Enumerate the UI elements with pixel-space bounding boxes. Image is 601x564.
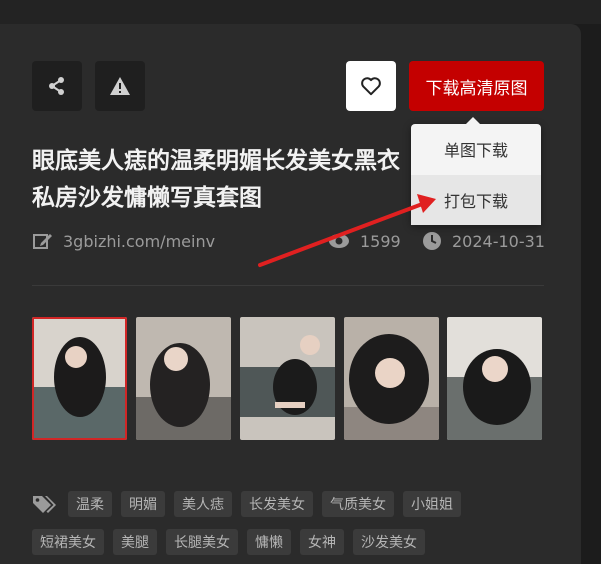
edit-icon [33,234,52,249]
thumbnail-4[interactable] [344,317,439,440]
tag-row-1: 温柔 明媚 美人痣 长发美女 气质美女 小姐姐 [32,491,470,517]
thumbnail-image [344,317,439,440]
top-strip [0,0,601,24]
tag[interactable]: 长发美女 [241,491,313,517]
tag[interactable]: 沙发美女 [353,529,425,555]
favorite-button[interactable] [346,61,396,111]
divider [32,285,544,286]
warning-icon [110,77,130,95]
title-line-1: 眼底美人痣的温柔明媚长发美女黑衣 [32,148,400,174]
source-text: 3gbizhi.com/meinv [63,231,216,251]
view-count: 1599 [328,230,401,252]
view-count-text: 1599 [360,231,401,251]
heart-icon [361,77,381,96]
publish-date-text: 2024-10-31 [452,231,545,251]
thumbnail-2[interactable] [136,317,231,440]
tag[interactable]: 明媚 [121,491,165,517]
page-title: 眼底美人痣的温柔明媚长发美女黑衣 私房沙发慵懒写真套图 [32,143,412,217]
tag[interactable]: 美人痣 [174,491,232,517]
dropdown-caret [466,117,480,124]
single-download-option[interactable]: 单图下载 [411,124,541,174]
tag[interactable]: 小姐姐 [403,491,461,517]
thumbnail-image [136,317,231,440]
thumbnail-5[interactable] [447,317,542,440]
tag[interactable]: 温柔 [68,491,112,517]
tag[interactable]: 女神 [300,529,344,555]
tag[interactable]: 长腿美女 [166,529,238,555]
download-hd-button[interactable]: 下载高清原图 [409,61,544,111]
thumbnail-image [32,317,127,440]
tag[interactable]: 慵懒 [247,529,291,555]
share-button[interactable] [32,61,82,111]
tag-row-2: 短裙美女 美腿 长腿美女 慵懒 女神 沙发美女 [32,529,434,555]
source-link[interactable]: 3gbizhi.com/meinv [33,230,215,252]
publish-date: 2024-10-31 [422,230,545,252]
thumbnail-image [240,317,335,440]
clock-icon [423,232,441,250]
thumbnail-3[interactable] [240,317,335,440]
share-icon [49,77,64,95]
pack-download-option[interactable]: 打包下载 [411,175,541,225]
tags-icon [33,496,56,513]
tag[interactable]: 美腿 [113,529,157,555]
title-line-2: 私房沙发慵懒写真套图 [32,185,262,211]
thumbnail-1[interactable] [32,317,127,440]
download-dropdown: 单图下载 打包下载 [411,117,541,225]
tag[interactable]: 气质美女 [322,491,394,517]
tag[interactable]: 短裙美女 [32,529,104,555]
thumbnail-image [447,317,542,440]
report-button[interactable] [95,61,145,111]
eye-icon [329,234,349,248]
